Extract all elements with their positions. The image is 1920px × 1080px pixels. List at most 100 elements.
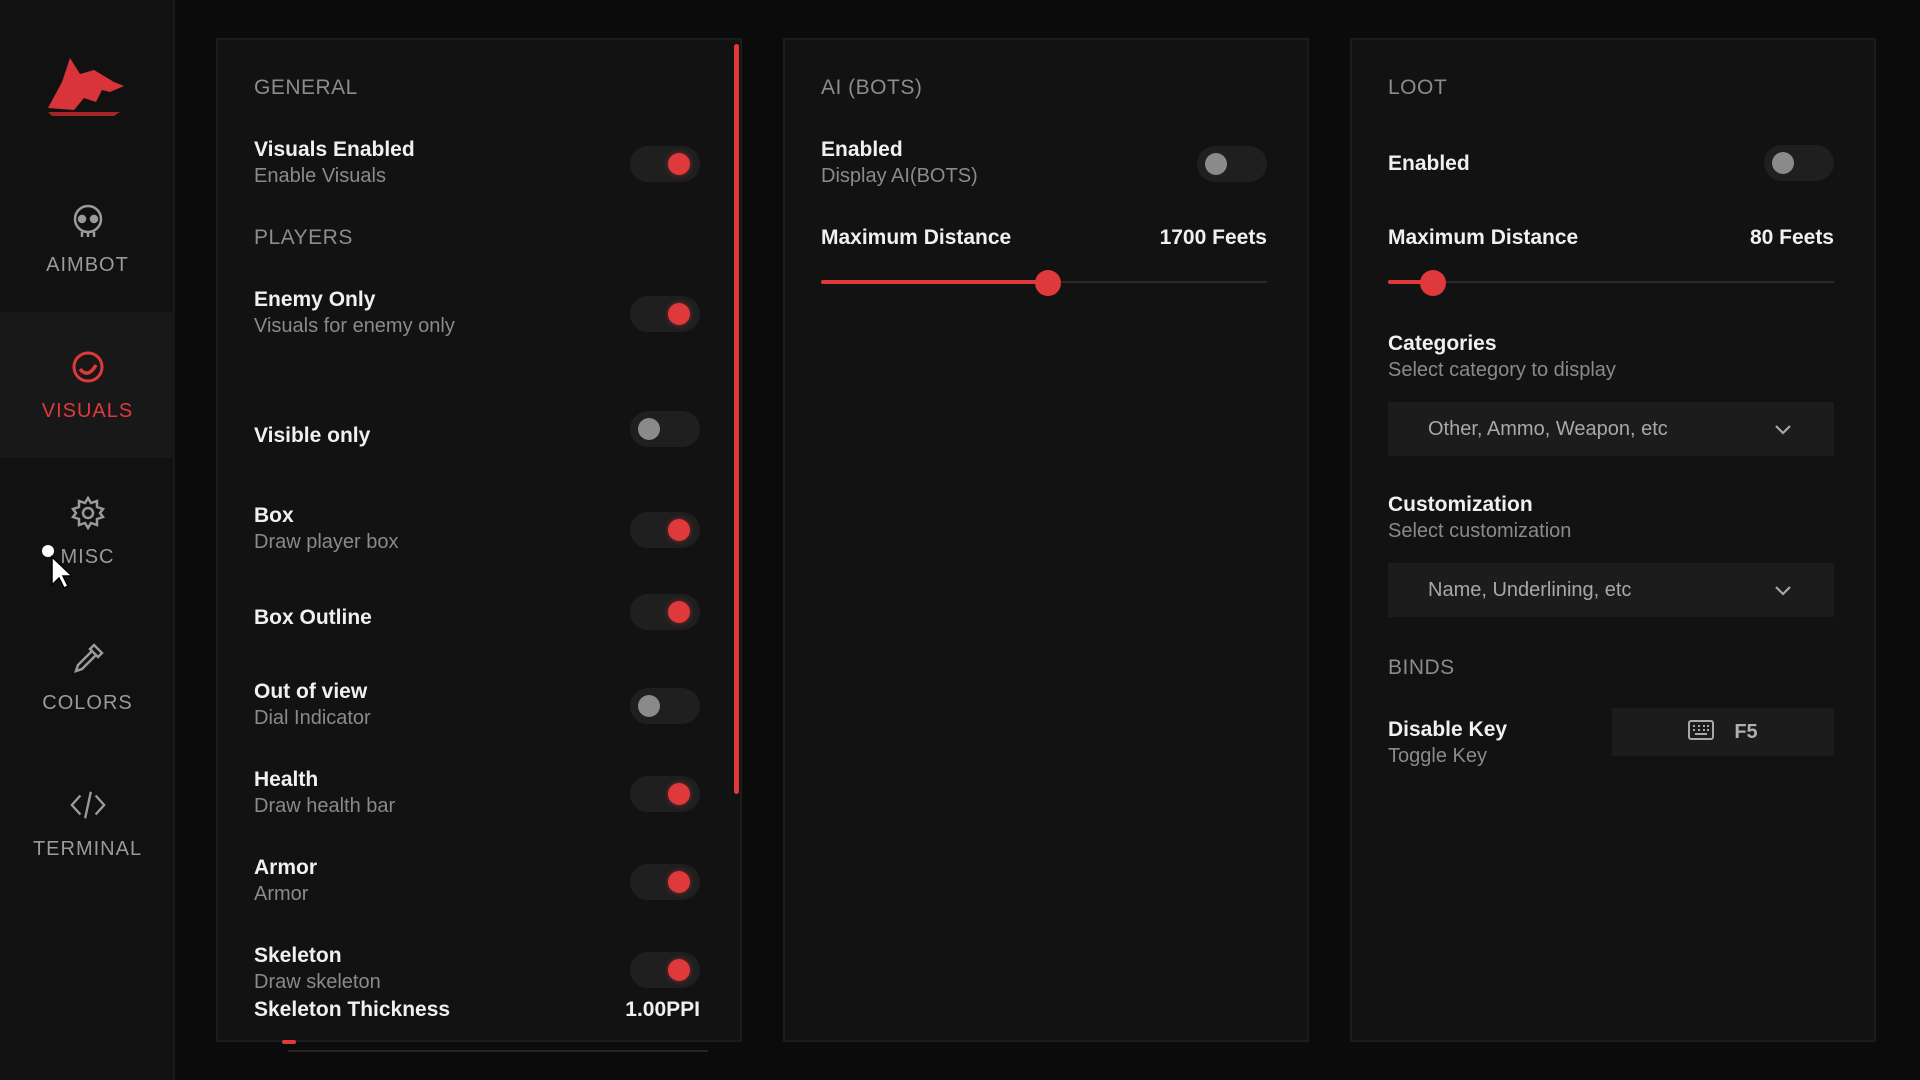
dropdown-selected-value: Name, Underlining, etc (1428, 578, 1632, 601)
general-panel: GENERAL Visuals Enabled Enable Visuals P… (216, 38, 742, 1052)
setting-categories: Categories Select category to display (1388, 332, 1834, 388)
loot-max-distance-slider[interactable] (1388, 270, 1834, 296)
setting-enemy-only: Enemy Only Visuals for enemy only (254, 288, 700, 344)
categories-dropdown[interactable]: Other, Ammo, Weapon, etc (1388, 402, 1834, 456)
setting-subtitle: Draw player box (254, 531, 399, 553)
loot-panel: LOOT Enabled Maximum Distance 80 Feets C… (1350, 38, 1876, 1042)
slider-thumb[interactable] (1419, 270, 1446, 296)
enemy-only-toggle[interactable] (630, 296, 700, 332)
setting-customization: Customization Select customization (1388, 493, 1834, 549)
section-title-general: GENERAL (254, 76, 358, 99)
setting-title: Maximum Distance (821, 226, 1012, 249)
setting-title: Enabled (821, 138, 903, 161)
ai-bots-panel: AI (BOTS) Enabled Display AI(BOTS) Maxim… (783, 38, 1309, 1042)
wolf-logo-icon (44, 52, 128, 116)
gear-icon (69, 494, 107, 532)
sidebar-item-label: COLORS (42, 691, 133, 714)
pipette-icon (69, 640, 107, 678)
bound-key-label: F5 (1734, 720, 1758, 743)
setting-title: Customization (1388, 493, 1533, 516)
setting-title: Out of view (254, 680, 368, 703)
setting-ai-max-distance: Maximum Distance 1700 Feets (821, 226, 1267, 256)
thickness-slider-thumb[interactable] (282, 1040, 296, 1044)
setting-subtitle: Select customization (1388, 520, 1572, 542)
thickness-slider-track[interactable] (288, 1050, 708, 1052)
panel-scrollbar[interactable] (734, 44, 739, 794)
dropdown-selected-value: Other, Ammo, Weapon, etc (1428, 417, 1668, 440)
customization-dropdown[interactable]: Name, Underlining, etc (1388, 563, 1834, 617)
setting-health: Health Draw health bar (254, 768, 700, 824)
sidebar: AIMBOT VISUALS MISC COLORS TERMINAL (0, 0, 175, 1080)
setting-visuals-enabled: Visuals Enabled Enable Visuals (254, 138, 700, 194)
box-outline-toggle[interactable] (630, 594, 700, 630)
setting-title: Maximum Distance (1388, 226, 1579, 249)
setting-title: Enemy Only (254, 288, 376, 311)
setting-title: Health (254, 768, 319, 791)
section-title-binds: BINDS (1388, 656, 1455, 679)
setting-subtitle: Toggle Key (1388, 745, 1487, 767)
setting-subtitle: Dial Indicator (254, 707, 371, 729)
mouse-cursor-icon (42, 545, 74, 590)
setting-loot-enabled: Enabled (1388, 145, 1834, 188)
armor-toggle[interactable] (630, 864, 700, 900)
setting-box: Box Draw player box (254, 504, 700, 560)
setting-disable-key: Disable Key Toggle Key F5 (1388, 708, 1834, 774)
loot-max-distance-value: 80 Feets (1749, 226, 1834, 249)
setting-title: Visible only (254, 424, 371, 447)
setting-title: Categories (1388, 332, 1497, 355)
chevron-down-icon (1772, 418, 1794, 440)
section-title-players: PLAYERS (254, 226, 353, 249)
skeleton-thickness-value: 1.00PPI (625, 998, 700, 1021)
setting-skeleton-thickness: Skeleton Thickness 1.00PPI (254, 998, 700, 1028)
setting-title: Box (254, 504, 294, 527)
setting-title: Skeleton (254, 944, 342, 967)
sidebar-item-misc[interactable]: MISC (0, 458, 175, 604)
setting-subtitle: Draw skeleton (254, 971, 381, 993)
loot-enabled-toggle[interactable] (1764, 145, 1834, 181)
box-toggle[interactable] (630, 512, 700, 548)
setting-title: Armor (254, 856, 318, 879)
setting-skeleton: Skeleton Draw skeleton (254, 944, 700, 1000)
sidebar-item-visuals[interactable]: VISUALS (0, 312, 175, 458)
code-icon (69, 786, 107, 824)
sidebar-item-label: AIMBOT (46, 253, 129, 276)
setting-title: Skeleton Thickness (254, 998, 451, 1021)
setting-title: Enabled (1388, 152, 1470, 175)
setting-subtitle: Select category to display (1388, 359, 1616, 381)
setting-loot-max-distance: Maximum Distance 80 Feets (1388, 226, 1834, 256)
header-fragment (300, 0, 720, 6)
ai-max-distance-value: 1700 Feets (1159, 226, 1267, 249)
setting-subtitle: Armor (254, 883, 309, 905)
sidebar-item-aimbot[interactable]: AIMBOT (0, 166, 175, 312)
setting-subtitle: Display AI(BOTS) (821, 165, 978, 187)
slider-thumb[interactable] (1035, 270, 1062, 296)
health-toggle[interactable] (630, 776, 700, 812)
section-title-loot: LOOT (1388, 76, 1448, 99)
setting-title: Disable Key (1388, 718, 1508, 741)
setting-ai-enabled: Enabled Display AI(BOTS) (821, 138, 1267, 194)
setting-visible-only: Visible only (254, 411, 700, 480)
setting-title: Visuals Enabled (254, 138, 415, 161)
visuals-enabled-toggle[interactable] (630, 146, 700, 182)
setting-title: Box Outline (254, 606, 372, 629)
visible-only-toggle[interactable] (630, 411, 700, 447)
eye-icon (69, 348, 107, 386)
sidebar-item-label: VISUALS (41, 399, 134, 422)
ai-enabled-toggle[interactable] (1197, 146, 1267, 182)
keyboard-icon (1688, 719, 1715, 745)
skull-icon (69, 202, 107, 240)
setting-armor: Armor Armor (254, 856, 700, 912)
sidebar-item-terminal[interactable]: TERMINAL (0, 750, 175, 896)
setting-subtitle: Enable Visuals (254, 165, 386, 187)
disable-key-bind-button[interactable]: F5 (1612, 708, 1834, 756)
setting-subtitle: Draw health bar (254, 795, 396, 817)
chevron-down-icon (1772, 579, 1794, 601)
ai-max-distance-slider[interactable] (821, 270, 1267, 296)
setting-box-outline: Box Outline (254, 594, 700, 662)
skeleton-toggle[interactable] (630, 952, 700, 988)
sidebar-item-label: TERMINAL (32, 837, 143, 860)
setting-subtitle: Visuals for enemy only (254, 315, 455, 337)
out-of-view-toggle[interactable] (630, 688, 700, 724)
section-title-ai-bots: AI (BOTS) (821, 76, 923, 99)
sidebar-item-colors[interactable]: COLORS (0, 604, 175, 750)
